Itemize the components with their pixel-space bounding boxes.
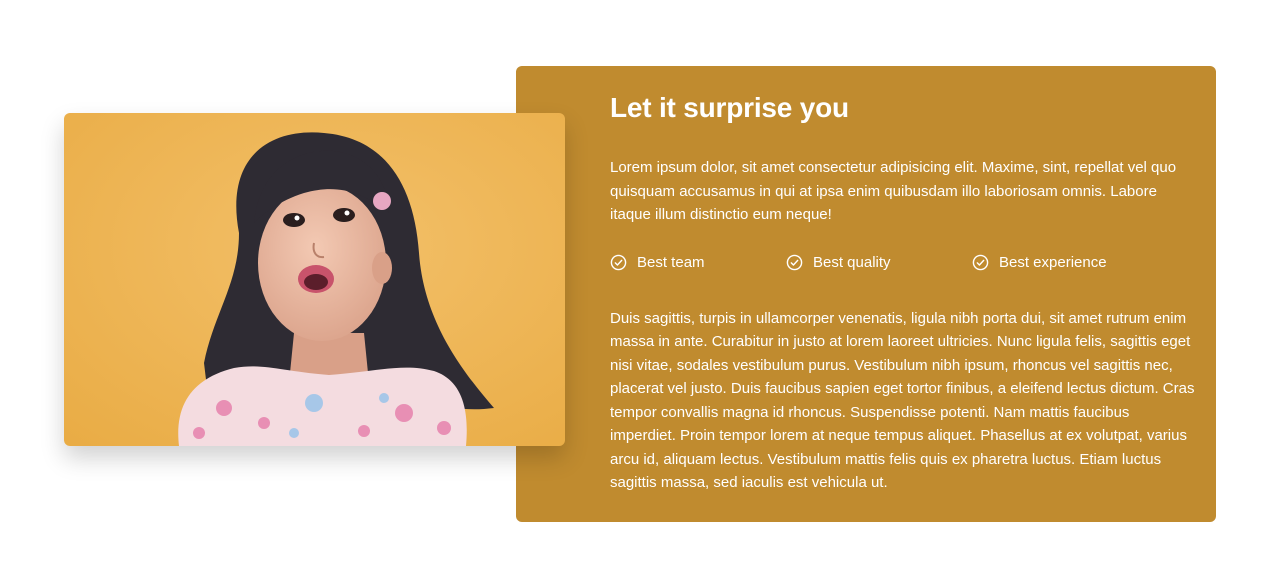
feature-item-best-team: Best team	[610, 254, 786, 271]
girl-photo	[64, 113, 565, 446]
feature-item-best-quality: Best quality	[786, 254, 972, 271]
section-title: Let it surprise you	[610, 92, 849, 123]
feature-label: Best quality	[813, 254, 891, 271]
feature-label: Best experience	[999, 254, 1107, 271]
check-circle-icon	[786, 254, 803, 271]
check-circle-icon	[972, 254, 989, 271]
feature-label: Best team	[637, 254, 705, 271]
content-panel: Let it surprise you Lorem ipsum dolor, s…	[516, 66, 1216, 522]
feature-list: Best team Best quality Best experience	[610, 251, 1194, 275]
intro-paragraph: Lorem ipsum dolor, sit amet consectetur …	[610, 159, 1177, 223]
check-circle-icon	[610, 254, 627, 271]
feature-item-best-experience: Best experience	[972, 254, 1107, 271]
feature-section: Let it surprise you Lorem ipsum dolor, s…	[0, 0, 1280, 585]
body-paragraph: Duis sagittis, turpis in ullamcorper ven…	[610, 309, 1195, 492]
